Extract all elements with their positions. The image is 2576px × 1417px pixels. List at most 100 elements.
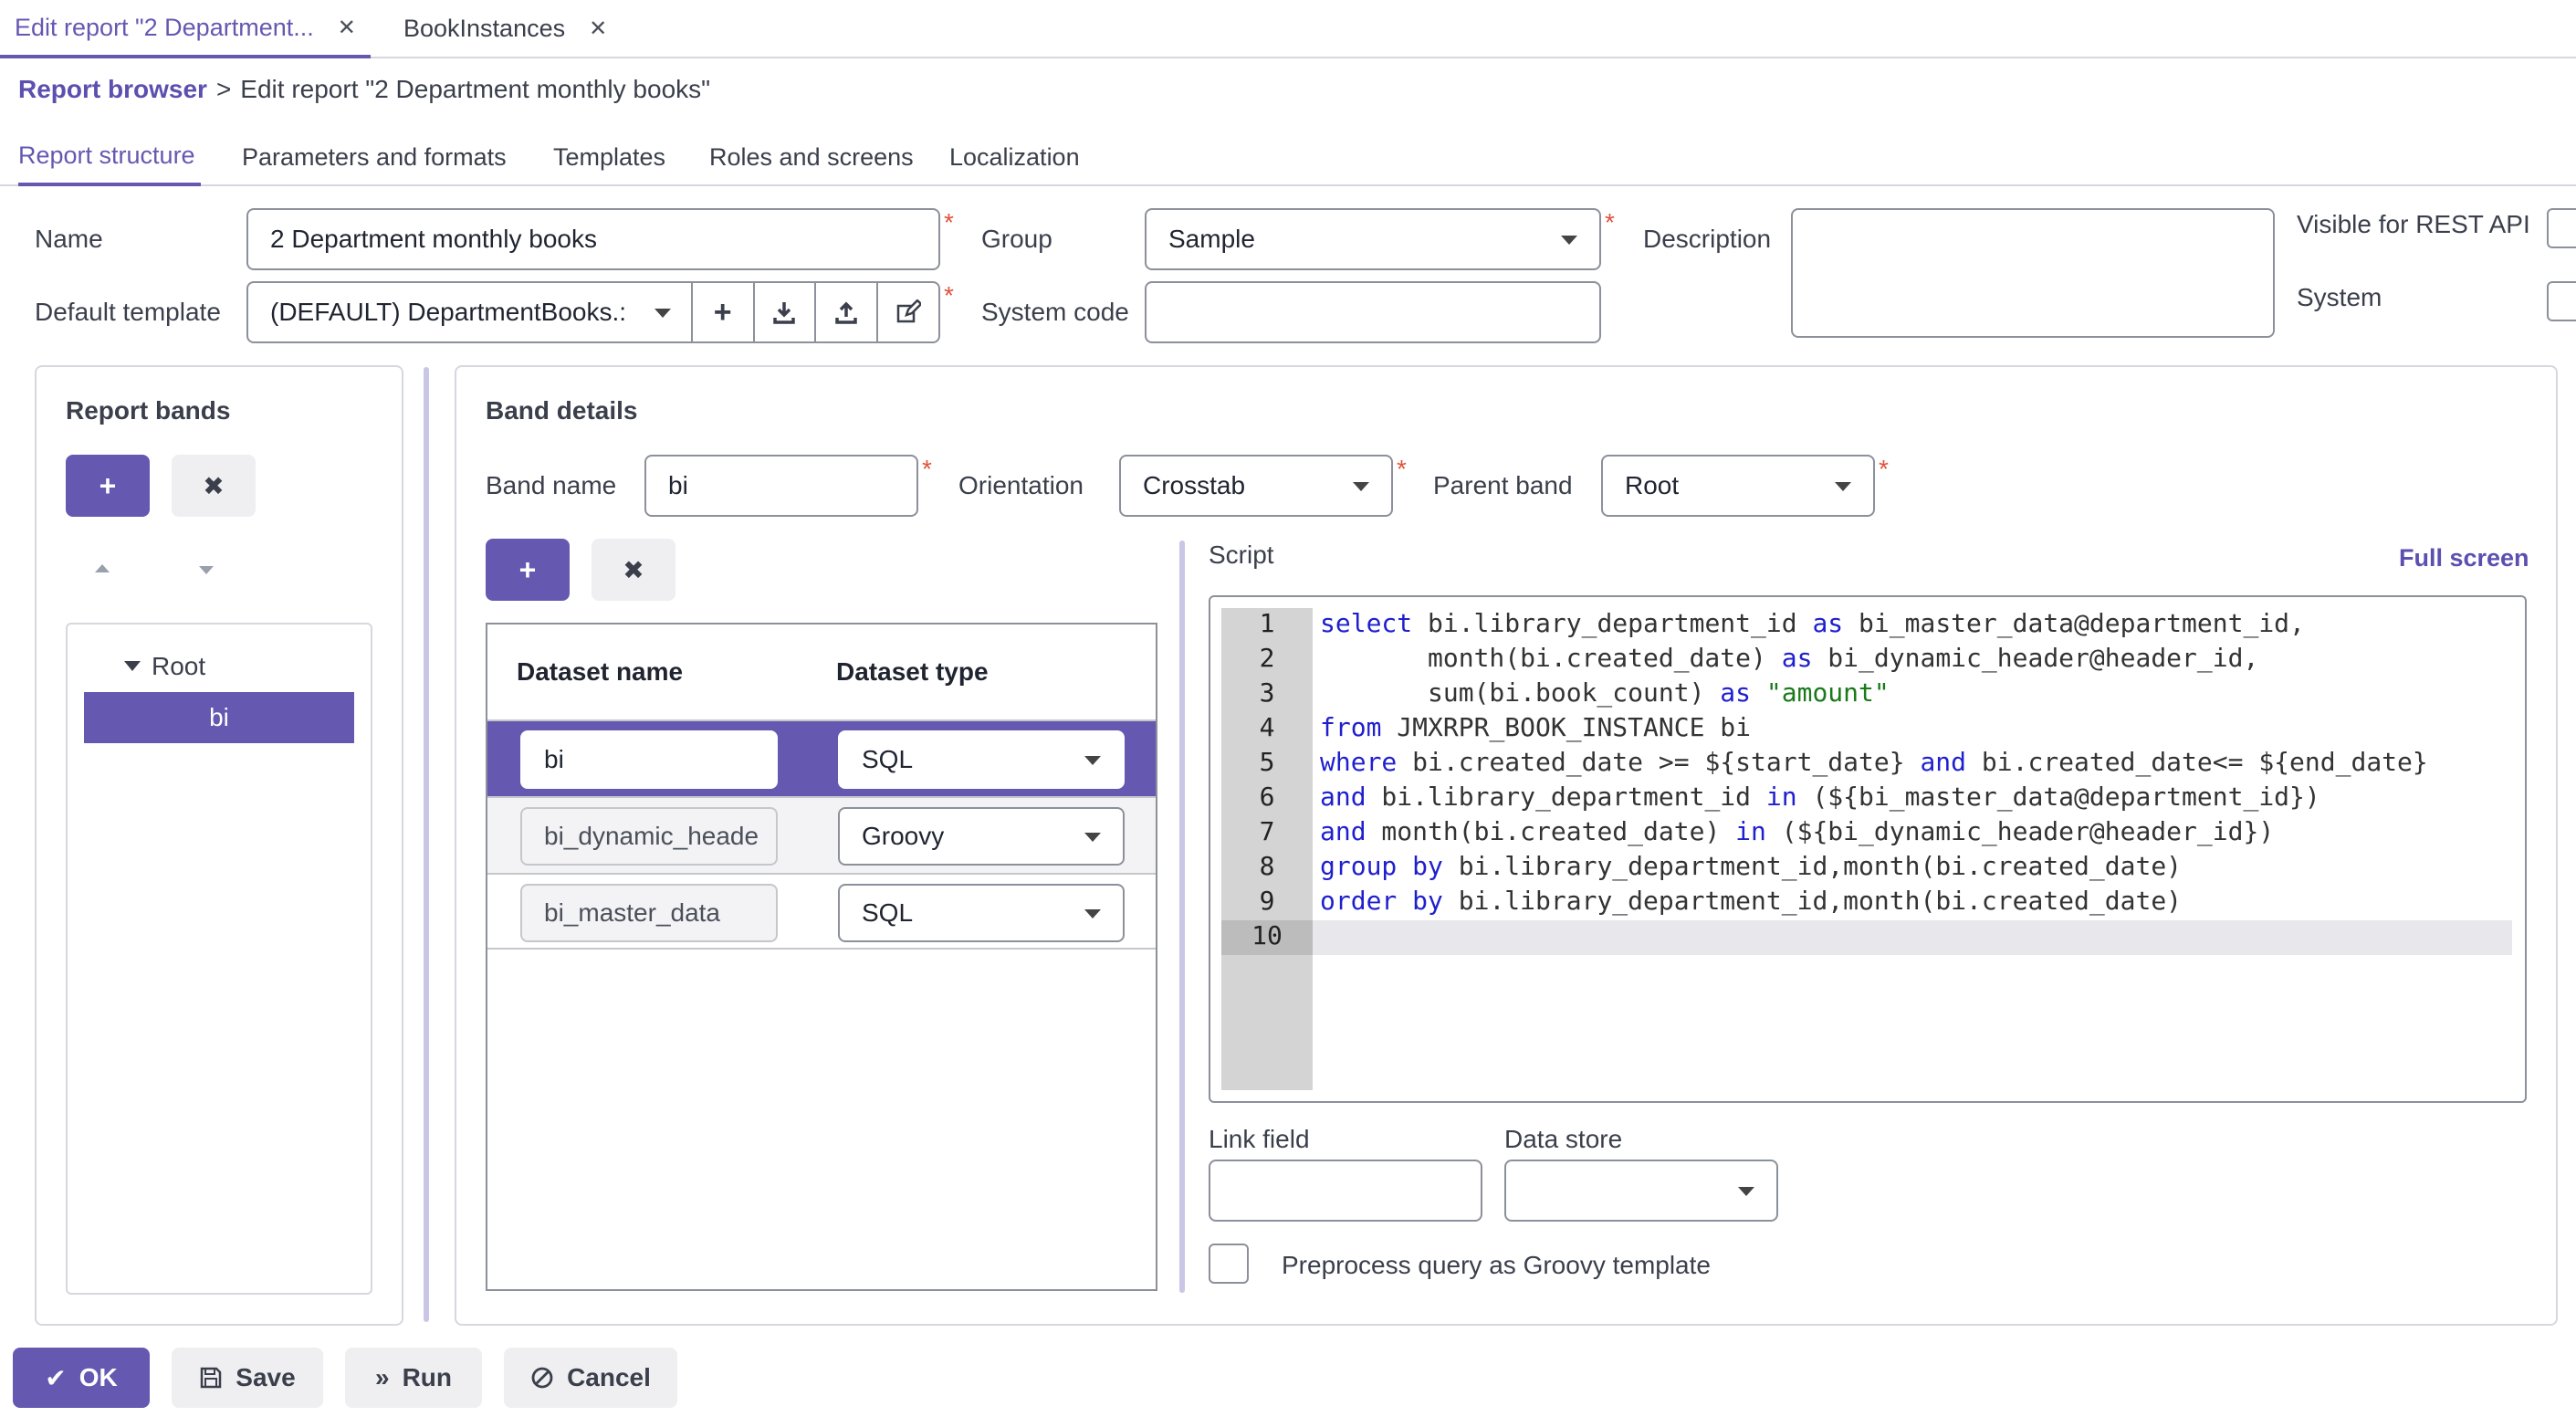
script-line: and month(bi.created_date) in (${bi_dyna… xyxy=(1320,816,2275,846)
column-header-dataset-type: Dataset type xyxy=(836,657,989,686)
required-mark: * xyxy=(1605,208,1615,236)
parent-band-label: Parent band xyxy=(1433,471,1573,499)
line-number: 4 xyxy=(1259,712,1275,742)
group-select-value: Sample xyxy=(1168,225,1255,253)
table-row[interactable]: bi SQL xyxy=(487,719,1156,796)
line-number: 5 xyxy=(1259,747,1275,777)
group-select[interactable]: Sample xyxy=(1145,208,1601,270)
link-field-input[interactable] xyxy=(1209,1160,1482,1222)
edit-template-button[interactable] xyxy=(876,281,938,343)
breadcrumb-current: Edit report "2 Department monthly books" xyxy=(240,75,711,103)
tab-parameters-and-formats[interactable]: Parameters and formats xyxy=(242,128,507,186)
orientation-select[interactable]: Crosstab xyxy=(1119,455,1393,517)
band-name-label: Band name xyxy=(486,471,617,499)
default-template-control: (DEFAULT) DepartmentBooks.: + xyxy=(246,281,940,343)
visible-rest-label: Visible for REST API xyxy=(2297,210,2530,238)
name-label: Name xyxy=(35,225,103,253)
data-store-select[interactable] xyxy=(1504,1160,1778,1222)
chevron-down-icon xyxy=(1561,236,1577,245)
band-name-input[interactable]: bi xyxy=(644,455,918,517)
chevron-down-icon xyxy=(1835,482,1851,491)
plus-icon: + xyxy=(99,468,117,502)
run-button[interactable]: » Run xyxy=(345,1348,482,1408)
close-icon[interactable]: ✕ xyxy=(589,16,607,42)
add-dataset-button[interactable]: + xyxy=(486,539,570,601)
breadcrumb: Report browser > Edit report "2 Department… xyxy=(18,75,710,104)
tab-localization[interactable]: Localization xyxy=(949,128,1080,186)
cancel-button-label: Cancel xyxy=(567,1363,651,1391)
column-header-dataset-name: Dataset name xyxy=(517,657,684,686)
tree-node-root[interactable]: Root xyxy=(152,652,205,681)
chevron-down-icon[interactable] xyxy=(124,661,141,671)
dataset-name-input[interactable]: bi_dynamic_heade xyxy=(520,807,778,866)
name-input[interactable]: 2 Department monthly books xyxy=(246,208,940,270)
line-number: 10 xyxy=(1251,920,1283,950)
save-icon xyxy=(201,1367,222,1389)
line-number: 8 xyxy=(1259,851,1275,881)
remove-band-button[interactable]: ✖ xyxy=(172,455,256,517)
add-template-button[interactable]: + xyxy=(690,281,753,343)
upload-template-button[interactable] xyxy=(814,281,876,343)
ok-button[interactable]: ✔ OK xyxy=(13,1348,150,1408)
cancel-button[interactable]: Cancel xyxy=(504,1348,677,1408)
close-icon: ✖ xyxy=(623,555,644,584)
tab-roles-and-screens[interactable]: Roles and screens xyxy=(709,128,914,186)
window-tab-edit-report[interactable]: Edit report "2 Department... ✕ xyxy=(0,0,371,58)
line-number: 9 xyxy=(1259,886,1275,916)
orientation-label: Orientation xyxy=(958,471,1084,499)
check-icon: ✔ xyxy=(45,1363,67,1392)
chevron-down-icon xyxy=(1084,833,1101,842)
script-line: select bi.library_department_id as bi_ma… xyxy=(1320,608,2305,638)
plus-icon: + xyxy=(713,294,732,330)
datasets-table: Dataset name Dataset type bi SQL bi_dyna… xyxy=(486,623,1157,1291)
window-tab-label: Edit report "2 Department... xyxy=(15,13,314,41)
system-label: System xyxy=(2297,283,2382,311)
system-checkbox[interactable] xyxy=(2547,281,2576,321)
table-row[interactable]: bi_master_data SQL xyxy=(487,873,1156,950)
required-mark: * xyxy=(944,208,954,236)
tab-templates[interactable]: Templates xyxy=(553,128,665,186)
close-icon: ✖ xyxy=(203,471,225,500)
move-up-icon[interactable] xyxy=(95,564,110,572)
dataset-name-input[interactable]: bi xyxy=(520,730,778,789)
parent-band-value: Root xyxy=(1625,471,1680,499)
window-tab-bookinstances[interactable]: BookInstances ✕ xyxy=(389,0,622,57)
dataset-type-select[interactable]: SQL xyxy=(838,730,1125,789)
dataset-type-select[interactable]: SQL xyxy=(838,884,1125,942)
visible-rest-checkbox[interactable] xyxy=(2547,208,2576,248)
tab-report-structure[interactable]: Report structure xyxy=(18,128,201,186)
description-textarea[interactable] xyxy=(1791,208,2275,338)
full-screen-link[interactable]: Full screen xyxy=(2399,544,2529,572)
group-label: Group xyxy=(981,225,1052,253)
move-down-icon[interactable] xyxy=(199,566,214,574)
dataset-type-select[interactable]: Groovy xyxy=(838,807,1125,866)
preprocess-groovy-checkbox[interactable] xyxy=(1209,1244,1249,1284)
system-code-input[interactable] xyxy=(1145,281,1601,343)
script-editor[interactable]: 1 2 3 4 5 6 7 8 9 10 select bi.library_d… xyxy=(1209,595,2527,1103)
report-tab-bar: Report structure Parameters and formats … xyxy=(0,128,2576,186)
window-tab-label: BookInstances xyxy=(403,14,566,42)
edit-icon xyxy=(896,299,922,323)
upload-icon xyxy=(835,301,858,324)
window-tab-bar: Edit report "2 Department... ✕ BookInsta… xyxy=(0,0,2576,58)
save-button[interactable]: Save xyxy=(172,1348,323,1408)
vertical-splitter[interactable] xyxy=(424,367,429,1322)
table-row[interactable]: bi_dynamic_heade Groovy xyxy=(487,796,1156,873)
description-label: Description xyxy=(1643,225,1772,253)
add-band-button[interactable]: + xyxy=(66,455,150,517)
breadcrumb-report-browser-link[interactable]: Report browser xyxy=(18,75,207,103)
default-template-select[interactable]: (DEFAULT) DepartmentBooks.: xyxy=(248,283,691,341)
chevron-down-icon xyxy=(654,309,671,318)
dataset-name-input[interactable]: bi_master_data xyxy=(520,884,778,942)
remove-dataset-button[interactable]: ✖ xyxy=(592,539,675,601)
save-button-label: Save xyxy=(236,1363,296,1391)
download-template-button[interactable] xyxy=(752,281,815,343)
script-line: from JMXRPR_BOOK_INSTANCE bi xyxy=(1320,712,1752,742)
double-chevron-right-icon: » xyxy=(374,1363,390,1391)
parent-band-select[interactable]: Root xyxy=(1601,455,1875,517)
tree-node-bi[interactable]: bi xyxy=(84,692,354,743)
script-line: sum(bi.book_count) as "amount" xyxy=(1320,677,1890,708)
vertical-splitter[interactable] xyxy=(1179,541,1185,1293)
close-icon[interactable]: ✕ xyxy=(338,15,356,41)
line-number: 1 xyxy=(1259,608,1275,638)
